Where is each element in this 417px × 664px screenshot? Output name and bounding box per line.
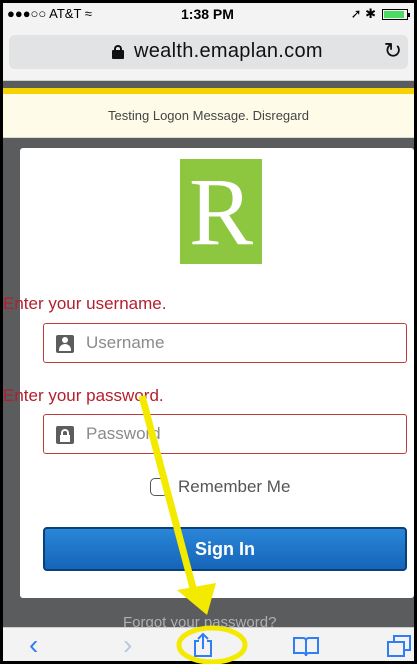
password-label: Enter your password. (3, 386, 164, 405)
carrier-signal: ●●●○○ AT&T ≈ (7, 6, 92, 21)
user-icon (56, 335, 74, 353)
url-field[interactable]: wealth.emaplan.com ↻ (9, 35, 408, 69)
logon-message-banner: Testing Logon Message. Disregard (3, 94, 414, 138)
bookmarks-icon[interactable] (292, 634, 320, 657)
password-field[interactable] (43, 414, 407, 454)
battery-icon (382, 8, 410, 20)
remember-checkbox[interactable] (150, 478, 168, 496)
password-input[interactable] (86, 421, 386, 447)
reload-icon[interactable]: ↻ (384, 38, 402, 64)
username-field[interactable] (43, 323, 407, 363)
company-logo: R (180, 159, 262, 264)
remember-label: Remember Me (178, 477, 291, 496)
address-bar: wealth.emaplan.com ↻ (3, 25, 414, 81)
status-bar: ●●●○○ AT&T ≈ 1:38 PM ➚ ✱ (3, 3, 414, 25)
phone-screen: ●●●○○ AT&T ≈ 1:38 PM ➚ ✱ wealth.emaplan.… (0, 0, 417, 664)
login-card: R Enter your username. Enter your passwo… (3, 148, 414, 598)
browser-toolbar: ‹ › (3, 627, 414, 661)
padlock-icon (56, 426, 74, 444)
remember-me[interactable]: Remember Me (150, 477, 290, 497)
lock-icon (112, 45, 124, 59)
forward-icon[interactable]: › (123, 630, 132, 660)
tabs-icon[interactable] (386, 634, 414, 658)
username-label: Enter your username. (3, 294, 167, 313)
url-text: wealth.emaplan.com (134, 40, 323, 62)
username-input[interactable] (86, 330, 386, 356)
status-right: ➚ ✱ (350, 6, 410, 22)
status-time: 1:38 PM (181, 6, 234, 22)
back-icon[interactable]: ‹ (29, 630, 38, 660)
sign-in-button[interactable]: Sign In (43, 527, 407, 571)
location-bluetooth-icons: ➚ ✱ (350, 6, 376, 21)
share-icon[interactable] (191, 632, 215, 658)
